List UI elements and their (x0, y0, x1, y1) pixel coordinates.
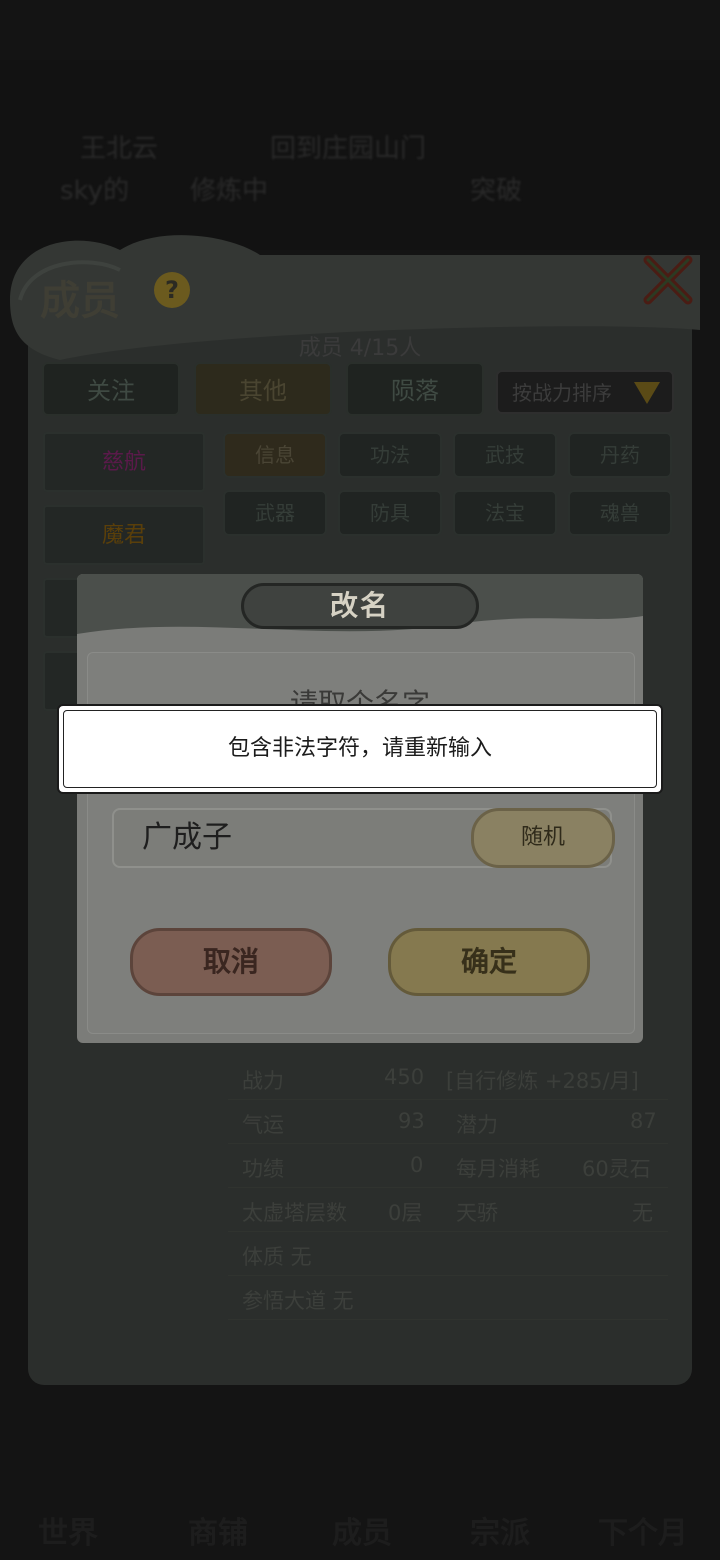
subtab-treasure[interactable]: 法宝 (453, 490, 557, 536)
subtab-beast[interactable]: 魂兽 (568, 490, 672, 536)
subtab-weapon[interactable]: 武器 (223, 490, 327, 536)
toast-message: 包含非法字符，请重新输入 (227, 736, 492, 761)
members-count: 成员 4/15人 (298, 336, 422, 361)
stat-row: 气运 93 潜力 87 (228, 1099, 668, 1144)
subtab-skills[interactable]: 功法 (338, 432, 442, 478)
tab-other[interactable]: 其他 (194, 362, 332, 416)
tab-follow[interactable]: 关注 (42, 362, 180, 416)
stat-row: 体质 无 (228, 1231, 668, 1276)
nav-shop[interactable]: 商铺 (188, 1508, 248, 1552)
subtab-armor[interactable]: 防具 (338, 490, 442, 536)
stat-row: 太虚塔层数 0层 天骄 无 (228, 1187, 668, 1232)
confirm-button[interactable]: 确定 (388, 928, 590, 996)
sort-label: 按战力排序 (512, 381, 612, 405)
nav-world[interactable]: 世界 (38, 1508, 98, 1552)
member-item[interactable]: 慈航 (43, 432, 205, 492)
sort-dropdown[interactable]: 按战力排序 (496, 370, 674, 414)
nav-members[interactable]: 成员 (332, 1508, 392, 1552)
nav-next-month[interactable]: 下个月 (598, 1508, 688, 1552)
close-icon[interactable] (640, 252, 696, 308)
error-toast: 包含非法字符，请重新输入 (57, 704, 663, 794)
dropdown-arrow-icon (634, 382, 660, 404)
cancel-button[interactable]: 取消 (130, 928, 332, 996)
nav-sect[interactable]: 宗派 (470, 1508, 530, 1552)
subtab-info[interactable]: 信息 (223, 432, 327, 478)
stat-row: 功绩 0 每月消耗 60灵石 (228, 1143, 668, 1188)
subtab-pills[interactable]: 丹药 (568, 432, 672, 478)
member-item[interactable]: 魔君 (43, 505, 205, 565)
stat-row: 参悟大道 无 (228, 1275, 668, 1320)
subtab-martial[interactable]: 武技 (453, 432, 557, 478)
random-button[interactable]: 随机 (471, 808, 615, 868)
stat-row: 战力 450 [自行修炼 +285/月] (228, 1055, 668, 1100)
tab-fallen[interactable]: 陨落 (346, 362, 484, 416)
dialog-prompt: 请取个名字 (289, 687, 430, 704)
bottom-nav: 世界 商铺 成员 宗派 下个月 (0, 1490, 720, 1560)
help-icon[interactable]: ? (154, 272, 190, 308)
panel-title: 成员 (40, 278, 120, 324)
dialog-title: 改名 (241, 583, 479, 629)
